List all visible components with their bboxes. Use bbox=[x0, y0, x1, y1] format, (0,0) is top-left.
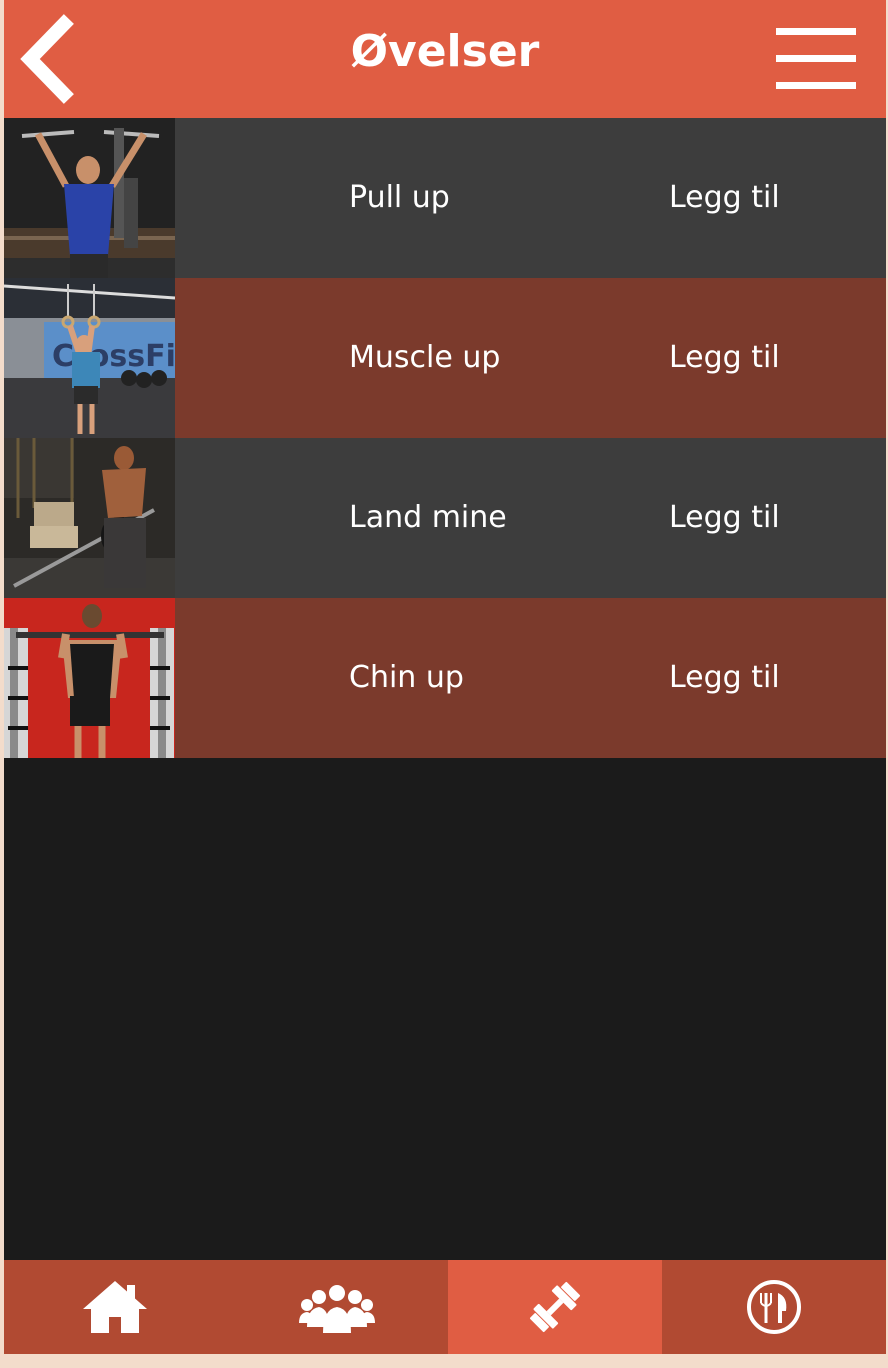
add-exercise-button[interactable]: Legg til bbox=[669, 438, 780, 598]
exercise-row[interactable]: CrossFit Musc bbox=[4, 278, 886, 438]
app-screen: Øvelser Pull up Legg til CrossFi Muscle … bbox=[4, 0, 886, 1354]
hamburger-menu-icon bbox=[776, 28, 856, 35]
exercise-row[interactable]: Land mine Legg til bbox=[4, 438, 886, 598]
exercise-photo bbox=[4, 598, 175, 758]
add-exercise-button[interactable]: Legg til bbox=[669, 598, 780, 758]
hamburger-menu-line bbox=[776, 55, 856, 62]
exercise-row[interactable]: Chin up Legg til bbox=[4, 598, 886, 758]
nav-home[interactable] bbox=[4, 1260, 226, 1354]
restaurant-icon bbox=[747, 1280, 801, 1334]
exercise-name: Land mine bbox=[349, 500, 507, 535]
exercise-photo: CrossFit bbox=[4, 278, 175, 438]
page-title: Øvelser bbox=[350, 26, 540, 77]
exercise-list: Pull up Legg til CrossFit bbox=[4, 118, 886, 758]
back-button[interactable] bbox=[12, 14, 82, 104]
home-icon bbox=[83, 1281, 147, 1333]
group-icon bbox=[299, 1285, 375, 1333]
menu-button[interactable] bbox=[772, 26, 856, 92]
svg-text:CrossFit: CrossFit bbox=[52, 339, 175, 374]
bottom-navigation bbox=[4, 1260, 886, 1354]
nav-nutrition[interactable] bbox=[662, 1260, 886, 1354]
header-bar: Øvelser bbox=[4, 0, 886, 118]
exercise-row[interactable]: Pull up Legg til bbox=[4, 118, 886, 278]
exercise-photo bbox=[4, 118, 175, 278]
nav-community[interactable] bbox=[226, 1260, 448, 1354]
exercise-photo bbox=[4, 438, 175, 598]
add-exercise-button[interactable]: Legg til bbox=[669, 278, 780, 438]
exercise-name: Muscle up bbox=[349, 340, 501, 375]
hamburger-menu-line bbox=[776, 82, 856, 89]
exercise-name: Chin up bbox=[349, 660, 464, 695]
nav-exercises[interactable] bbox=[448, 1260, 662, 1354]
add-exercise-button[interactable]: Legg til bbox=[669, 118, 780, 278]
dumbbell-icon bbox=[529, 1281, 581, 1333]
chevron-left-icon bbox=[20, 14, 74, 104]
exercise-name: Pull up bbox=[349, 180, 450, 215]
